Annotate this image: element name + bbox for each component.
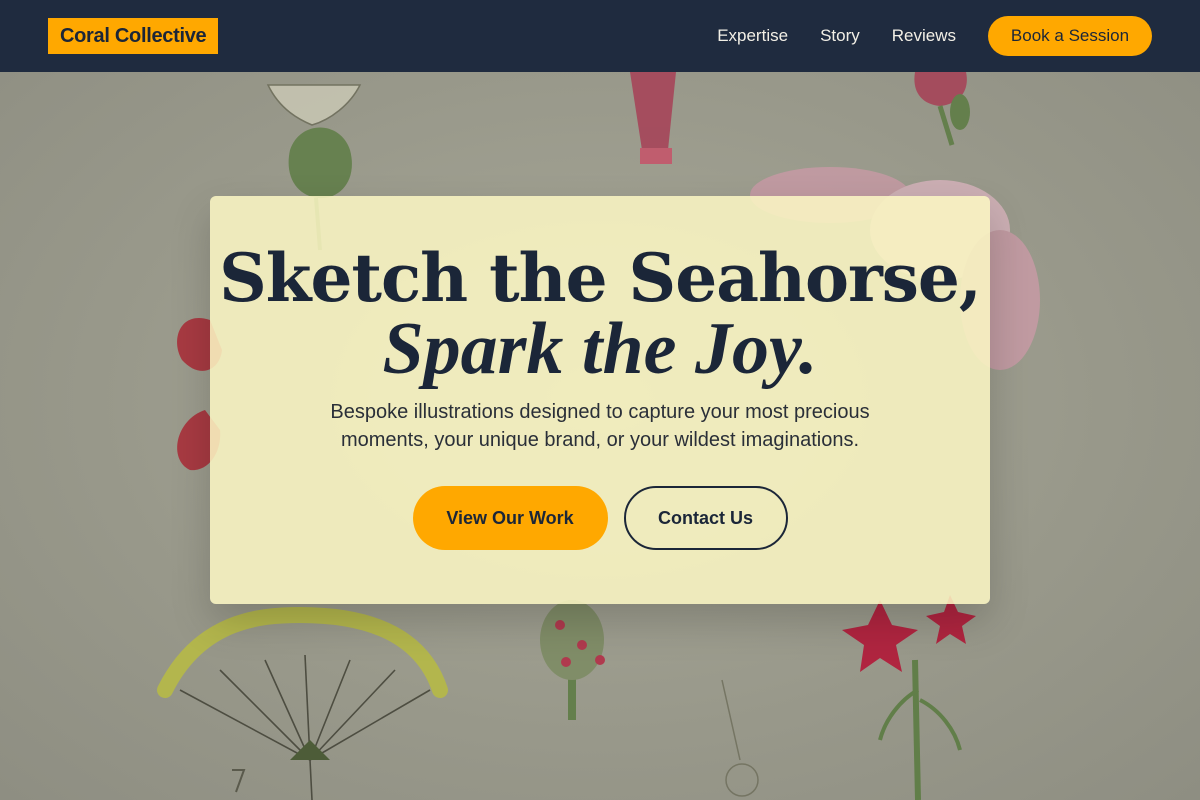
nav-link-reviews[interactable]: Reviews bbox=[892, 26, 956, 46]
nav-link-expertise[interactable]: Expertise bbox=[717, 26, 788, 46]
hero-card: Sketch the Seahorse, Spark the Joy. Besp… bbox=[210, 196, 990, 604]
nav-links: Expertise Story Reviews bbox=[717, 26, 956, 46]
top-navigation: Coral Collective Expertise Story Reviews… bbox=[0, 0, 1200, 72]
hero-title-line2: Spark the Joy. bbox=[382, 308, 818, 390]
hero-title-line1: Sketch the Seahorse, bbox=[219, 239, 982, 317]
contact-us-button[interactable]: Contact Us bbox=[623, 486, 788, 550]
brand-logo[interactable]: Coral Collective bbox=[48, 18, 219, 54]
view-our-work-button[interactable]: View Our Work bbox=[412, 486, 608, 550]
hero-actions: View Our Work Contact Us bbox=[210, 486, 990, 550]
hero-subtitle: Bespoke illustrations designed to captur… bbox=[330, 401, 870, 451]
nav-link-story[interactable]: Story bbox=[820, 26, 860, 46]
book-session-button[interactable]: Book a Session bbox=[988, 16, 1152, 56]
